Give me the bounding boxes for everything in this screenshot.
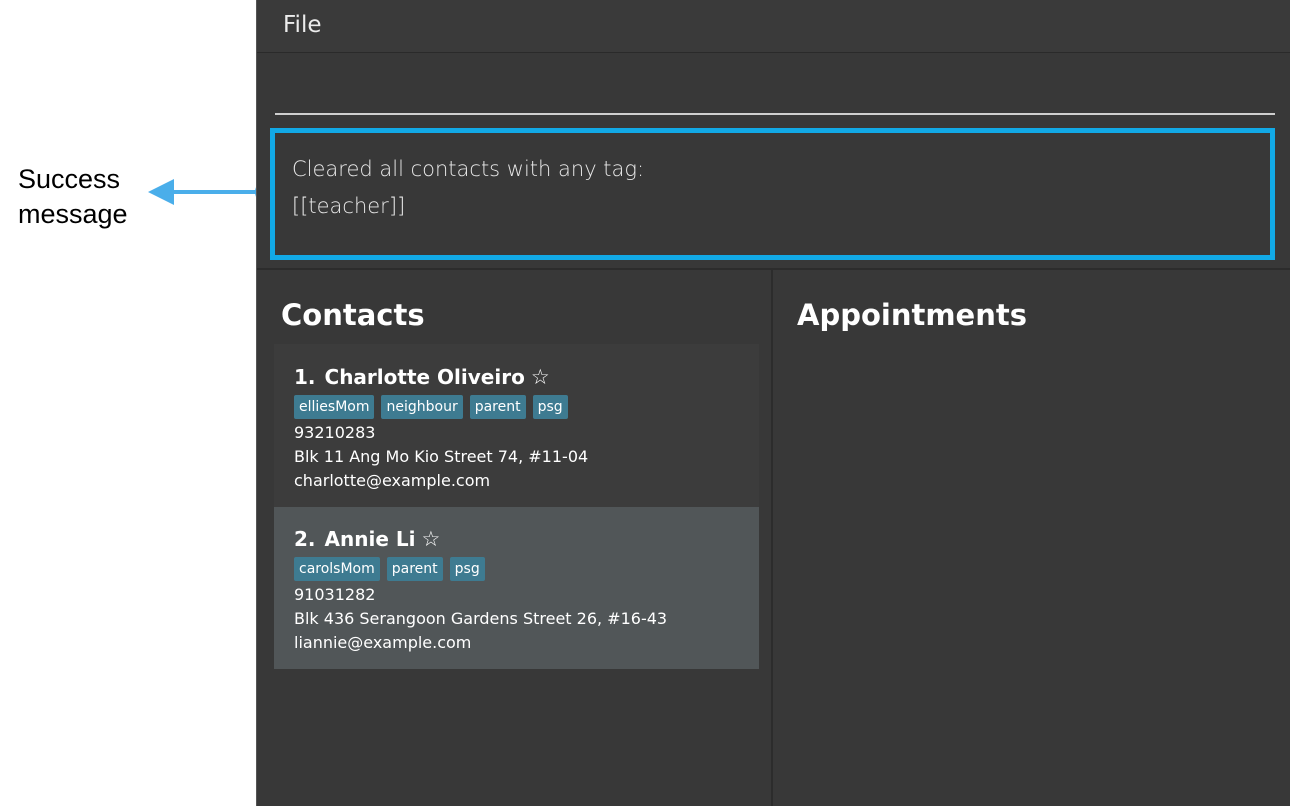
contacts-panel: Contacts 1. Charlotte Oliveiro ☆ elliesMom… bbox=[257, 270, 773, 806]
contact-name: Annie Li bbox=[324, 527, 416, 551]
annotation-line-2: message bbox=[18, 199, 128, 229]
tag: parent bbox=[386, 557, 443, 581]
tag: psg bbox=[532, 395, 568, 419]
tag-row: carolsMom parent psg bbox=[294, 557, 739, 581]
contact-phone: 91031282 bbox=[294, 585, 376, 604]
command-input[interactable] bbox=[275, 67, 1275, 115]
result-message: Cleared all contacts with any tag: [[tea… bbox=[292, 151, 644, 225]
contact-email: liannie@example.com bbox=[294, 633, 472, 652]
app-window: File Cleared all contacts with any tag: … bbox=[256, 0, 1290, 806]
tag: psg bbox=[449, 557, 485, 581]
result-message-line-1: Cleared all contacts with any tag: bbox=[292, 157, 645, 181]
appointments-panel: Appointments bbox=[775, 270, 1290, 806]
tag-row: elliesMom neighbour parent psg bbox=[294, 395, 739, 419]
contact-phone: 93210283 bbox=[294, 423, 376, 442]
contact-name: Charlotte Oliveiro bbox=[324, 365, 525, 389]
menu-file[interactable]: File bbox=[283, 12, 322, 38]
contact-name-row: 2. Annie Li ☆ bbox=[294, 524, 739, 554]
contact-index: 1. bbox=[294, 365, 316, 389]
success-message-annotation: Success message bbox=[18, 162, 158, 232]
result-message-line-2: [[teacher]] bbox=[292, 194, 406, 218]
contact-email: charlotte@example.com bbox=[294, 471, 491, 490]
tag: neighbour bbox=[381, 395, 463, 419]
annotation-line-1: Success bbox=[18, 164, 121, 194]
main-panels: Contacts 1. Charlotte Oliveiro ☆ elliesMom… bbox=[257, 270, 1290, 806]
contact-list[interactable]: 1. Charlotte Oliveiro ☆ elliesMom neighbou… bbox=[274, 344, 759, 669]
screenshot-stage: Success message File Cleared all contact… bbox=[0, 0, 1290, 806]
tag: parent bbox=[469, 395, 526, 419]
tag: carolsMom bbox=[294, 557, 380, 581]
contact-card[interactable]: 2. Annie Li ☆ carolsMom parent psg 9103128… bbox=[274, 507, 759, 669]
appointments-title: Appointments bbox=[797, 298, 1027, 332]
contacts-title: Contacts bbox=[281, 298, 425, 332]
contact-index: 2. bbox=[294, 527, 316, 551]
contact-card[interactable]: 1. Charlotte Oliveiro ☆ elliesMom neighbou… bbox=[274, 344, 759, 507]
star-icon: ☆ bbox=[530, 365, 550, 389]
star-icon: ☆ bbox=[421, 527, 441, 551]
contact-address: Blk 436 Serangoon Gardens Street 26, #16… bbox=[294, 609, 668, 628]
callout-arrowhead bbox=[148, 179, 174, 205]
menu-bar: File bbox=[257, 0, 1290, 53]
contact-address: Blk 11 Ang Mo Kio Street 74, #11-04 bbox=[294, 447, 589, 466]
contact-name-row: 1. Charlotte Oliveiro ☆ bbox=[294, 362, 739, 392]
tag: elliesMom bbox=[294, 395, 375, 419]
result-display: Cleared all contacts with any tag: [[tea… bbox=[270, 128, 1275, 260]
command-box-area bbox=[257, 53, 1290, 127]
